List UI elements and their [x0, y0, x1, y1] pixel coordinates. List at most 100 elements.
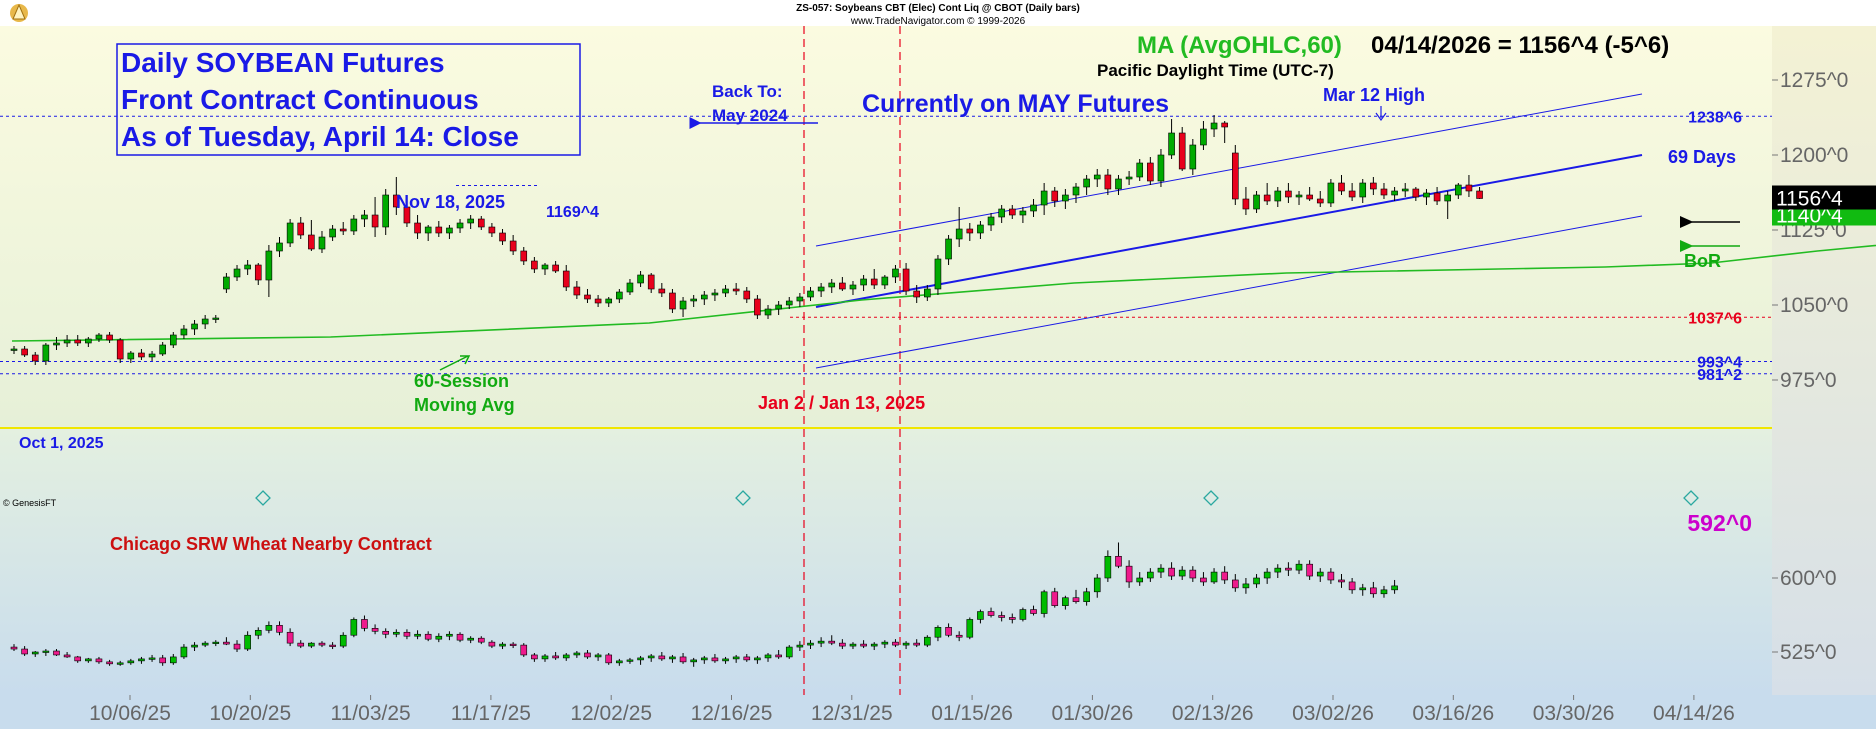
soybean-candle-body — [350, 218, 358, 232]
soybean-candle-body — [191, 323, 198, 330]
back-to-date: May 2024 — [712, 106, 788, 125]
x-tick-label: 04/14/26 — [1653, 702, 1735, 725]
soybean-candle-body — [520, 250, 528, 262]
wheat-candle-body — [817, 640, 825, 644]
wheat-candle-body — [1242, 583, 1250, 589]
x-tick-label: 03/02/26 — [1292, 702, 1374, 725]
wheat-candle-body — [1391, 585, 1398, 591]
soybean-candle-body — [658, 288, 666, 294]
wheat-title: Chicago SRW Wheat Nearby Contract — [110, 534, 432, 554]
x-tick-label: 12/16/25 — [691, 702, 773, 725]
soybean-candle-body — [1200, 128, 1207, 146]
soybean-candle-body — [31, 354, 39, 362]
soybean-candle-body — [1093, 174, 1101, 180]
soybean-candle-body — [1412, 188, 1420, 198]
wheat-candle-body — [1359, 587, 1367, 591]
wheat-candle-body — [1051, 591, 1059, 606]
wheat-candle-body — [1062, 597, 1069, 606]
wheat-candle-body — [42, 650, 50, 653]
x-tick-label: 10/20/25 — [209, 702, 291, 725]
timezone-label: Pacific Daylight Time (UTC-7) — [1097, 61, 1334, 80]
soybean-candle-body — [584, 294, 591, 300]
wheat-y-tick-label: 600^0 — [1780, 567, 1837, 590]
soybean-candle-body — [53, 342, 60, 346]
wheat-candle-body — [881, 641, 889, 645]
soybean-candle-body — [244, 264, 251, 270]
level-label: 1037^6 — [1688, 310, 1742, 327]
soybean-candle-body — [1444, 194, 1451, 202]
wheat-candle-body — [1327, 571, 1335, 581]
soybean-candle-body — [785, 300, 793, 306]
wheat-candle-body — [318, 642, 326, 646]
soybean-candle-body — [148, 353, 156, 358]
wheat-candle-body — [562, 654, 570, 659]
wheat-candle-body — [1210, 571, 1218, 583]
x-tick-label: 03/30/26 — [1533, 702, 1615, 725]
level-label: 1238^6 — [1688, 109, 1742, 126]
soybean-candle-body — [1083, 178, 1090, 188]
ma-readout-label: MA (AvgOHLC,60) — [1137, 32, 1342, 59]
wheat-candle-body — [265, 625, 273, 631]
soybean-candle-body — [1136, 162, 1144, 178]
soybean-candle-body — [1274, 190, 1282, 202]
wheat-candle-body — [605, 654, 613, 664]
soybean-candle-body — [1433, 192, 1441, 202]
wheat-candle-body — [1115, 555, 1122, 567]
wheat-pane-background — [0, 428, 1772, 695]
soybean-candle-body — [1104, 174, 1112, 190]
wheat-candle-body — [924, 636, 931, 646]
wheat-candle-body — [382, 630, 390, 635]
soybean-candle-body — [265, 250, 273, 281]
soybean-candle-body — [63, 339, 71, 344]
soybean-candle-body — [1210, 122, 1218, 130]
wheat-candle-body — [1232, 579, 1239, 589]
wheat-candle-body — [1178, 569, 1186, 577]
x-tick-label: 11/03/25 — [331, 702, 411, 725]
soybean-candle-body — [637, 274, 644, 284]
soybean-candle-body — [1295, 194, 1303, 198]
soybean-candle-body — [1370, 182, 1377, 190]
soybean-candle-body — [1338, 182, 1345, 192]
soybean-candle-body — [1253, 194, 1260, 210]
genesis-credit: © GenesisFT — [3, 498, 57, 508]
wheat-candle-body — [297, 642, 305, 647]
soybean-candle-body — [1380, 188, 1388, 196]
wheat-candle-body — [764, 654, 772, 659]
wheat-candle-body — [53, 650, 60, 656]
soybean-candle-body — [95, 334, 103, 340]
soybean-candle-body — [106, 334, 113, 341]
soybean-candle-body — [1476, 190, 1483, 199]
wheat-candle-body — [254, 629, 262, 636]
wheat-candle-body — [233, 643, 241, 650]
x-tick-label: 01/30/26 — [1052, 702, 1134, 725]
wheat-candle-body — [371, 628, 379, 632]
wheat-candle-body — [849, 643, 857, 647]
soybean-candle-body — [1178, 132, 1186, 170]
wheat-candle-body — [658, 655, 666, 660]
soybean-candle-body — [966, 228, 974, 234]
soybean-candle-body — [870, 278, 878, 286]
wheat-candle-body — [1285, 567, 1292, 571]
wheat-candle-body — [552, 655, 559, 659]
wheat-candle-body — [785, 646, 793, 658]
wheat-candle-body — [138, 658, 145, 662]
app-logo-icon[interactable] — [10, 3, 28, 22]
ma-label-line-1: 60-Session — [414, 371, 509, 391]
wheat-candle-body — [700, 657, 708, 661]
price-axis-background — [1772, 26, 1876, 695]
wheat-candle-body — [637, 657, 644, 661]
wheat-candle-body — [276, 625, 283, 633]
soybean-candle-body — [477, 218, 485, 228]
wheat-candle-body — [573, 652, 581, 656]
wheat-candle-body — [594, 654, 602, 658]
soybean-candle-body — [1072, 186, 1080, 196]
soybean-candle-body — [839, 282, 846, 290]
wheat-candle-body — [159, 657, 166, 664]
soybean-candle-body — [42, 344, 50, 362]
soybean-candle-body — [987, 216, 995, 226]
soybean-candle-body — [1316, 198, 1324, 204]
wheat-candle-body — [223, 641, 230, 645]
soybean-candle-body — [849, 284, 857, 290]
soybean-candle-body — [573, 286, 581, 296]
soybean-candle-body — [1168, 132, 1175, 156]
